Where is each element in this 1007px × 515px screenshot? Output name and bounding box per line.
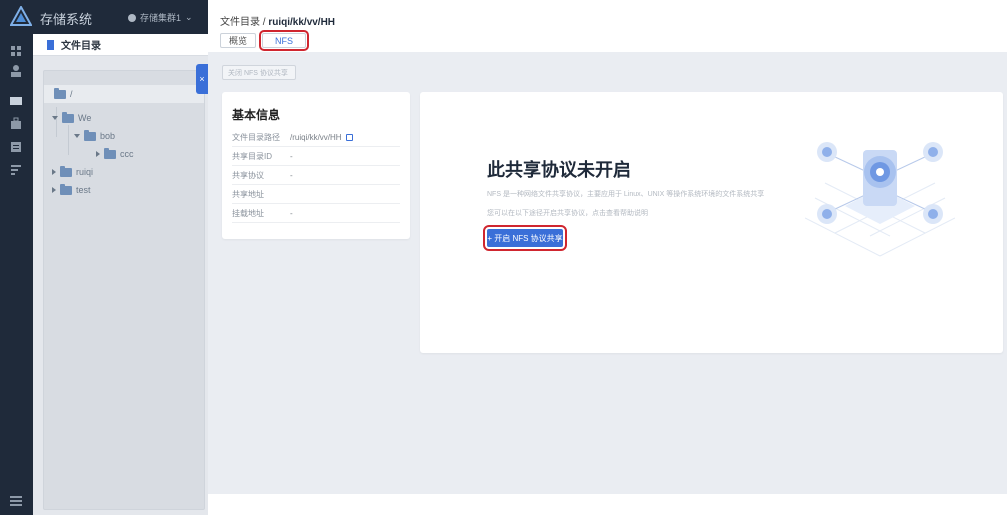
folder-icon <box>84 129 96 141</box>
list-icon[interactable] <box>9 162 23 176</box>
tree-root-label: / <box>70 89 73 99</box>
info-row-share-id: 共享目录ID - <box>232 147 400 166</box>
empty-state-hint: 您可以在以下途径开启共享协议，点击查看帮助说明 <box>487 210 648 217</box>
tab-bar: 概览 NFS <box>220 30 310 51</box>
info-value: /ruiqi/kk/vv/HH <box>290 132 342 142</box>
protocol-status-card: 此共享协议未开启 NFS 是一种网络文件共享协议，主要应用于 Linux、UNI… <box>420 92 1003 353</box>
app-title: 存储系统 <box>40 12 93 27</box>
chevron-down-icon: ⌄ <box>185 12 193 22</box>
copy-icon[interactable] <box>345 133 353 141</box>
info-row-share-address: 共享地址 <box>232 185 400 204</box>
folder-icon <box>54 87 66 99</box>
caret-right-icon[interactable] <box>52 187 56 193</box>
network-illustration-icon <box>805 142 955 257</box>
info-key: 文件目录路径 <box>232 132 280 142</box>
caret-down-icon[interactable] <box>52 116 58 120</box>
tree-item-label: We <box>78 113 92 123</box>
tree-item-ccc[interactable]: ccc <box>96 147 134 161</box>
info-row-path: 文件目录路径 /ruiqi/kk/vv/HH <box>232 128 400 147</box>
cluster-selector[interactable]: 存储集群1 ⌄ <box>128 11 193 24</box>
main-header: 文件目录 / ruiqi/kk/vv/HH 概览 NFS <box>208 0 1007 52</box>
breadcrumb-root[interactable]: 文件目录 / <box>220 17 268 28</box>
server-icon[interactable] <box>9 140 23 154</box>
info-value: - <box>290 151 293 161</box>
dashboard-icon[interactable] <box>9 44 23 58</box>
tree-item-label: ruiqi <box>76 167 94 177</box>
app-header: 存储系统 存储集群1 ⌄ <box>0 0 208 34</box>
folder-icon <box>62 111 74 123</box>
enable-nfs-share-button[interactable]: + 开启 NFS 协议共享 <box>483 225 567 251</box>
storage-icon[interactable] <box>9 94 23 108</box>
tree-item-test[interactable]: test <box>52 183 91 197</box>
tree-item-we[interactable]: We <box>52 111 91 125</box>
info-key: 挂载地址 <box>232 208 264 218</box>
directory-tree: / We bob ccc ruiqi test <box>43 70 205 510</box>
empty-state-title: 此共享协议未开启 <box>487 160 631 180</box>
info-value: - <box>290 170 293 180</box>
folder-icon <box>60 183 72 195</box>
menu-icon[interactable] <box>8 494 24 508</box>
basic-info-card: 基本信息 文件目录路径 /ruiqi/kk/vv/HH 共享目录ID - 共享协… <box>222 92 410 239</box>
breadcrumb: 文件目录 / ruiqi/kk/vv/HH <box>220 13 335 28</box>
directory-header: 文件目录 <box>33 34 208 56</box>
tree-item-bob[interactable]: bob <box>74 129 115 143</box>
basic-info-title: 基本信息 <box>232 108 281 122</box>
info-row-protocol: 共享协议 - <box>232 166 400 185</box>
info-key: 共享地址 <box>232 189 264 199</box>
caret-right-icon[interactable] <box>96 151 100 157</box>
breadcrumb-current: ruiqi/kk/vv/HH <box>268 17 336 28</box>
empty-state-description: NFS 是一种网络文件共享协议，主要应用于 Linux、UNIX 等操作系统环境… <box>487 191 765 198</box>
close-icon: × <box>199 74 205 84</box>
caret-right-icon[interactable] <box>52 169 56 175</box>
caret-down-icon[interactable] <box>74 134 80 138</box>
tree-item-label: bob <box>100 131 116 141</box>
folder-icon <box>104 147 116 159</box>
directory-header-label: 文件目录 <box>61 41 101 52</box>
tab-overview[interactable]: 概览 <box>220 33 257 48</box>
main-footer <box>208 494 1007 515</box>
collapse-panel-button[interactable]: × <box>196 64 208 94</box>
close-nfs-share-label: 关闭 NFS 协议共享 <box>228 69 288 77</box>
tree-item-label: ccc <box>120 149 134 159</box>
tree-root-row[interactable]: / <box>44 85 204 103</box>
tab-nfs[interactable]: NFS <box>259 30 310 51</box>
info-row-mount-address: 挂载地址 - <box>232 204 400 223</box>
user-icon <box>128 13 136 22</box>
directory-icon <box>47 39 54 50</box>
cluster-label: 存储集群1 <box>140 13 182 23</box>
app-logo-icon <box>10 6 32 26</box>
user-icon[interactable] <box>9 64 23 78</box>
tree-guide <box>68 125 69 155</box>
close-nfs-share-button[interactable]: 关闭 NFS 协议共享 <box>222 65 296 80</box>
bag-icon[interactable] <box>9 116 23 130</box>
tree-item-label: test <box>76 185 91 195</box>
info-key: 共享协议 <box>232 170 264 180</box>
directory-panel: 文件目录 / We bob ccc ruiqi test <box>33 34 208 515</box>
info-key: 共享目录ID <box>232 151 272 161</box>
tree-item-ruiqi[interactable]: ruiqi <box>52 165 93 179</box>
info-value: - <box>290 208 293 218</box>
folder-icon <box>60 165 72 177</box>
icon-rail <box>0 34 33 515</box>
